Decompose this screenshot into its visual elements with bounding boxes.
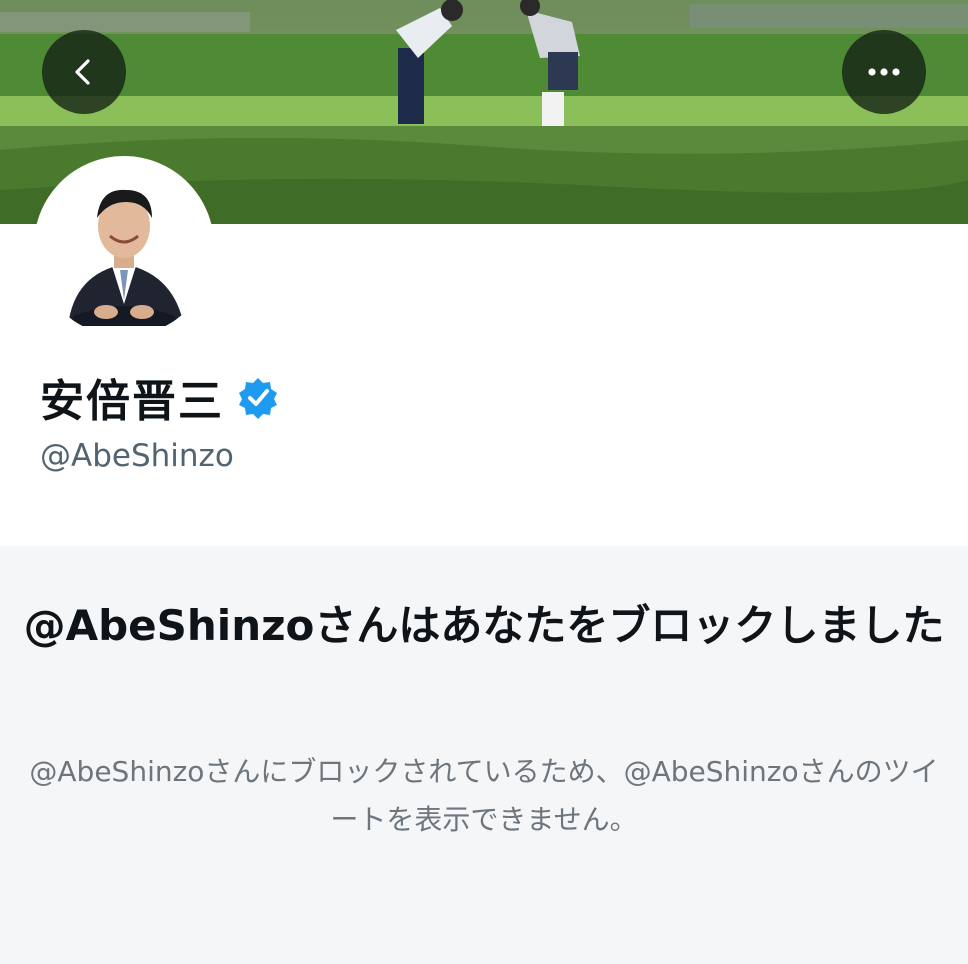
display-name-row: 安倍晋三 bbox=[40, 364, 280, 430]
verified-badge-icon bbox=[236, 375, 280, 419]
display-name: 安倍晋三 bbox=[40, 376, 224, 427]
more-horizontal-icon bbox=[868, 68, 900, 76]
more-options-button[interactable] bbox=[842, 30, 926, 114]
blocked-message: @AbeShinzoさんにブロックされているため、@AbeShinzoさんのツイ… bbox=[29, 755, 939, 836]
blocked-title: @AbeShinzoさんはあなたをブロックしました bbox=[23, 601, 945, 650]
blocked-notice: @AbeShinzoさんはあなたをブロックしました @AbeShinzoさんにブ… bbox=[0, 546, 968, 964]
avatar[interactable] bbox=[34, 156, 214, 336]
avatar-image bbox=[42, 164, 206, 328]
back-button[interactable] bbox=[42, 30, 126, 114]
chevron-left-icon bbox=[75, 59, 90, 85]
profile-handle: @AbeShinzo bbox=[40, 438, 234, 474]
